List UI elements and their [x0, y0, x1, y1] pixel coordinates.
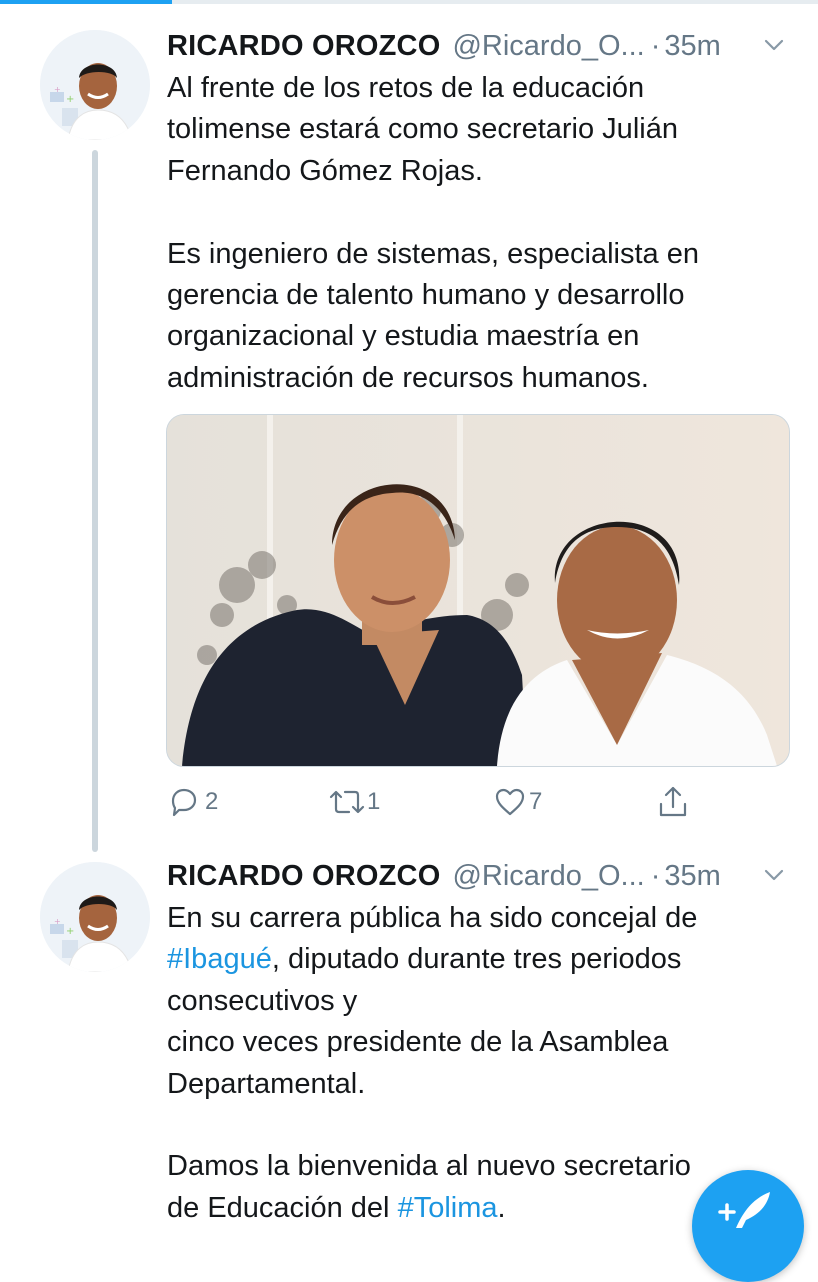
timestamp[interactable]: 35m	[664, 30, 720, 63]
tweet-text-line: consecutivos y	[167, 984, 358, 1017]
like-button[interactable]: 7	[493, 780, 542, 824]
tweet-text: Al frente de los retos de la educación t…	[167, 68, 807, 399]
share-icon	[655, 784, 691, 820]
tweet-header: RICARDO OROZCO @Ricardo_O... · 35m	[167, 26, 797, 66]
retweet-count: 1	[367, 788, 381, 815]
tweet-text-fragment: .	[497, 1191, 506, 1224]
loading-progress-bar	[0, 0, 818, 4]
reply-button[interactable]: 2	[167, 780, 218, 824]
timestamp[interactable]: 35m	[664, 860, 720, 893]
tweet-text-line: cinco veces presidente de la Asamblea	[167, 1026, 669, 1059]
heart-icon	[493, 785, 527, 819]
compose-tweet-icon	[692, 1192, 804, 1240]
tweet-text-fragment: de Educación del	[167, 1191, 398, 1224]
svg-text:+: +	[66, 94, 74, 105]
loading-progress-fill	[0, 0, 172, 4]
tweet-photo[interactable]	[166, 414, 790, 767]
avatar[interactable]: + +	[40, 862, 150, 972]
compose-tweet-button[interactable]	[692, 1170, 804, 1282]
reply-icon	[167, 785, 201, 819]
tweet-header: RICARDO OROZCO @Ricardo_O... · 35m	[167, 856, 797, 896]
author-name[interactable]: RICARDO OROZCO	[167, 30, 440, 63]
svg-text:+: +	[54, 85, 61, 94]
author-handle[interactable]: @Ricardo_O...	[452, 860, 644, 893]
retweet-button[interactable]: 1	[327, 780, 380, 824]
svg-text:+: +	[66, 926, 74, 937]
tweet-text-line: Departamental.	[167, 1067, 366, 1100]
hashtag-link[interactable]: #Tolima	[398, 1192, 498, 1224]
tweet-text-line: organizacional y estudia maestría en	[167, 320, 640, 353]
thread-line	[92, 150, 98, 852]
tweet-text-line: administración de recursos humanos.	[167, 361, 649, 394]
retweet-icon	[327, 785, 367, 819]
share-button[interactable]	[655, 780, 691, 824]
reply-count: 2	[205, 788, 219, 815]
tweet-text-line: Es ingeniero de sistemas, especialista e…	[167, 237, 699, 270]
tweet-text-line: Fernando Gómez Rojas.	[167, 154, 483, 187]
author-handle[interactable]: @Ricardo_O...	[452, 30, 644, 63]
avatar[interactable]: + +	[40, 30, 150, 140]
chevron-down-icon[interactable]	[761, 862, 787, 888]
separator-dot: ·	[650, 859, 661, 892]
tweet-text-line: #Ibagué, diputado durante tres periodos	[167, 939, 807, 980]
tweet-text-line: tolimense estará como secretario Julián	[167, 113, 678, 146]
tweet-actions: 2 1 7	[167, 780, 727, 824]
author-name[interactable]: RICARDO OROZCO	[167, 860, 440, 893]
chevron-down-icon[interactable]	[761, 32, 787, 58]
tweet-text-line: gerencia de talento humano y desarrollo	[167, 279, 685, 312]
like-count: 7	[529, 788, 543, 815]
svg-text:+: +	[54, 917, 61, 926]
hashtag-link[interactable]: #Ibagué	[167, 943, 272, 975]
separator-dot: ·	[650, 29, 661, 62]
tweet-text-line: Al frente de los retos de la educación	[167, 72, 645, 104]
tweet-text-fragment: , diputado durante tres periodos	[271, 943, 682, 976]
tweet-text-line: En su carrera pública ha sido concejal d…	[167, 902, 698, 934]
